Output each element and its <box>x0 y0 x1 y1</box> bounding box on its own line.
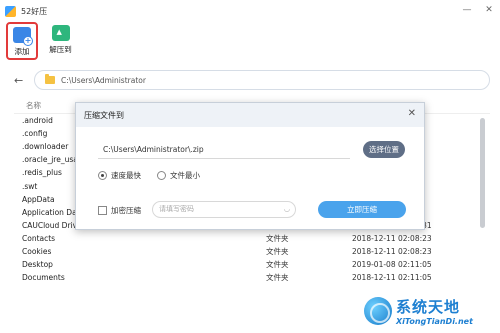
watermark-text: 系统天地 XiTongTianDi.net <box>396 296 473 326</box>
dialog-title: 压缩文件到 <box>84 110 124 120</box>
choose-location-button[interactable]: 选择位置 <box>363 141 405 158</box>
file-row[interactable]: Documents 文件夹 2018-12-11 02:11:05 <box>14 271 490 284</box>
compress-now-button[interactable]: 立即压缩 <box>318 201 406 218</box>
password-input[interactable]: 请填写密码 ◡ <box>152 201 296 218</box>
compression-mode-group: 速度最快 文件最小 <box>98 170 200 181</box>
file-name: .redis_plus <box>22 168 62 178</box>
extract-icon <box>51 25 70 41</box>
file-row[interactable]: Desktop 文件夹 2019-01-08 02:11:05 <box>14 258 490 271</box>
file-date: 2019-01-08 02:11:05 <box>352 260 432 270</box>
scrollbar-thumb[interactable] <box>480 118 485 228</box>
radio-smallest[interactable]: 文件最小 <box>157 170 200 181</box>
file-name: Application Da <box>22 207 77 217</box>
scrollbar[interactable] <box>480 118 486 308</box>
file-name: .config <box>22 129 48 139</box>
file-name: CAUCloud Drive <box>22 220 82 230</box>
eye-icon[interactable]: ◡ <box>284 202 290 217</box>
minimize-button[interactable]: — <box>460 3 474 17</box>
add-label: 添加 <box>14 47 30 56</box>
radio-fastest-label: 速度最快 <box>111 171 141 180</box>
file-name: AppData <box>22 194 55 204</box>
extract-button[interactable]: 解压到 <box>44 22 77 60</box>
file-name: .android <box>22 116 53 126</box>
file-date: 2018-12-11 02:08:23 <box>352 246 432 256</box>
file-row[interactable]: Contacts 文件夹 2018-12-11 02:08:23 <box>14 232 490 245</box>
path-input[interactable]: C:\Users\Administrator <box>34 70 490 90</box>
file-name: .downloader <box>22 142 69 152</box>
file-name: Desktop <box>22 260 53 270</box>
close-button[interactable]: ✕ <box>482 3 496 17</box>
radio-fastest-dot[interactable] <box>98 171 107 180</box>
file-type: 文件夹 <box>266 260 289 270</box>
file-row[interactable]: Cookies 文件夹 2018-12-11 02:08:23 <box>14 245 490 258</box>
dialog-header: 压缩文件到 ✕ <box>76 103 424 127</box>
file-type: 文件夹 <box>266 273 289 283</box>
file-name: Documents <box>22 273 65 283</box>
path-text: C:\Users\Administrator <box>61 75 146 85</box>
watermark-logo-icon <box>364 296 392 325</box>
file-type: 文件夹 <box>266 246 289 256</box>
file-type: 文件夹 <box>266 233 289 243</box>
file-name: Contacts <box>22 233 56 243</box>
toolbar: 添加 解压到 <box>0 22 500 62</box>
add-icon <box>13 27 33 46</box>
password-placeholder: 请填写密码 <box>159 205 194 213</box>
file-date: 2018-12-11 02:08:23 <box>352 233 432 243</box>
encrypt-checkbox-row[interactable]: 加密压缩 <box>98 205 141 216</box>
encrypt-label: 加密压缩 <box>111 206 141 215</box>
app-logo-icon <box>5 5 16 17</box>
window-title: 52好压 <box>21 6 48 16</box>
radio-smallest-label: 文件最小 <box>170 171 200 180</box>
title-bar: 52好压 — ✕ <box>0 0 500 22</box>
path-bar: ← C:\Users\Administrator <box>0 66 500 94</box>
window-controls: — ✕ <box>460 3 496 17</box>
watermark-cn: 系统天地 <box>396 297 461 316</box>
watermark: 系统天地 XiTongTianDi.net <box>364 288 500 333</box>
compress-dialog: 压缩文件到 ✕ C:\Users\Administrator\.zip 选择位置… <box>75 102 425 230</box>
add-button[interactable]: 添加 <box>6 22 38 60</box>
file-name: .swt <box>22 181 38 191</box>
column-header-name[interactable]: 名称 <box>26 100 41 111</box>
output-path-field[interactable]: C:\Users\Administrator\.zip <box>98 143 350 159</box>
radio-fastest[interactable]: 速度最快 <box>98 170 141 181</box>
file-name: Cookies <box>22 246 52 256</box>
encrypt-checkbox[interactable] <box>98 206 107 215</box>
radio-smallest-dot[interactable] <box>157 171 166 180</box>
file-date: 2018-12-11 02:11:05 <box>352 273 432 283</box>
dialog-close-icon[interactable]: ✕ <box>408 108 416 119</box>
watermark-en: XiTongTianDi.net <box>396 316 473 326</box>
extract-label: 解压到 <box>49 45 72 54</box>
folder-icon <box>45 74 55 84</box>
back-arrow-icon[interactable]: ← <box>14 74 26 87</box>
file-name: .oracle_jre_usa <box>22 155 78 165</box>
